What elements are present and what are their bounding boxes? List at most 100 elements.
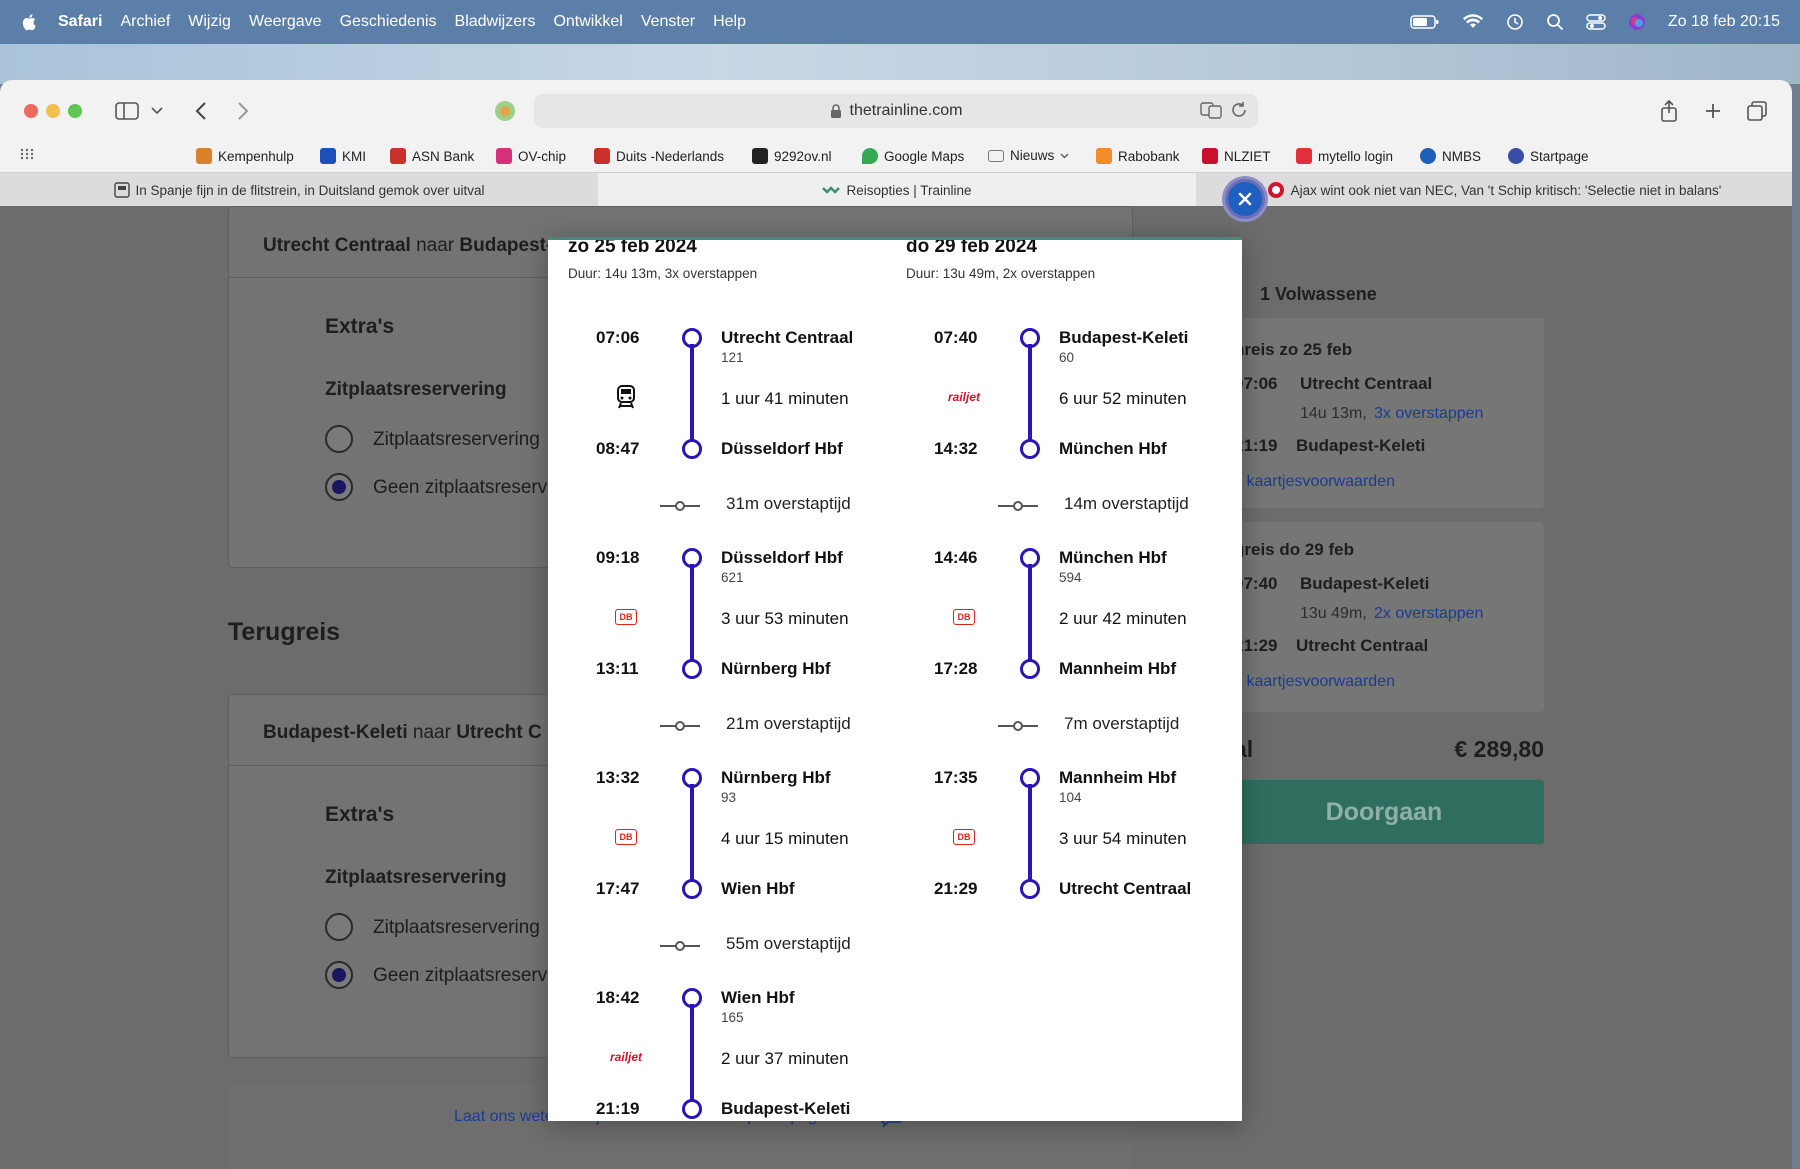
summary-return: greis do 29 feb 07:40 Budapest-Keleti 13… (1224, 522, 1544, 712)
no-seat-reservation-label: Geen zitplaatsreserv (373, 477, 548, 498)
bookmark-nlziet[interactable]: NLZIET (1202, 148, 1271, 164)
seat-reservation-heading: Zitplaatsreservering (325, 867, 507, 888)
segment-duration: 3 uur 54 minuten (1059, 829, 1187, 848)
site-favicon-icon[interactable] (492, 98, 518, 124)
menu-app-name[interactable]: Safari (58, 13, 102, 31)
share-icon[interactable] (1656, 98, 1682, 124)
arrival-station: Mannheim Hbf (1059, 659, 1177, 678)
departure-station: Utrecht Centraal (721, 328, 854, 347)
mytello-favicon-icon (1296, 148, 1312, 164)
train-number: 594 (1059, 570, 1082, 585)
summary-outbound: nreis zo 25 feb 07:06 Utrecht Centraal 1… (1224, 318, 1544, 508)
continue-button[interactable]: Doorgaan (1224, 780, 1544, 844)
bookmark-google-maps[interactable]: Google Maps (862, 148, 964, 164)
forward-icon[interactable] (230, 98, 256, 124)
bookmark-nmbs[interactable]: NMBS (1420, 148, 1481, 164)
transfer-row: 21m overstaptijd (548, 714, 886, 738)
departure-station: Wien Hbf (721, 988, 795, 1007)
menu-wijzig[interactable]: Wijzig (188, 13, 231, 31)
no-seat-reservation-radio[interactable] (325, 961, 353, 989)
close-window-button[interactable] (24, 104, 38, 118)
battery-icon[interactable] (1410, 14, 1440, 30)
control-center-icon[interactable] (1586, 13, 1606, 31)
bookmark-9292ov[interactable]: 9292ov.nl (752, 148, 832, 164)
arrival-time: 14:32 (934, 439, 978, 458)
transfer-row: 55m overstaptijd (548, 934, 886, 958)
zoom-window-button[interactable] (68, 104, 82, 118)
apps-grid-icon[interactable] (20, 148, 34, 160)
bookmark-label: ASN Bank (412, 148, 475, 164)
bookmark-mytello[interactable]: mytello login (1296, 148, 1393, 164)
wifi-icon[interactable] (1462, 14, 1484, 30)
bookmark-rabobank[interactable]: Rabobank (1096, 148, 1180, 164)
bookmark-kempenhulp[interactable]: Kempenhulp (196, 148, 294, 164)
menu-ontwikkel[interactable]: Ontwikkel (553, 13, 622, 31)
menu-weergave[interactable]: Weergave (249, 13, 322, 31)
tab-trainline[interactable]: Reisopties | Trainline (598, 173, 1196, 207)
route-line (1028, 784, 1032, 884)
back-icon[interactable] (188, 98, 214, 124)
departure-time: 18:42 (596, 988, 640, 1007)
no-seat-reservation-label: Geen zitplaatsreserv (373, 965, 548, 986)
tab-overview-icon[interactable] (1744, 98, 1770, 124)
route-line (690, 784, 694, 884)
summary-return-duration: 13u 49m, (1300, 605, 1367, 622)
menu-geschiedenis[interactable]: Geschiedenis (340, 13, 437, 31)
seat-reservation-radio[interactable] (325, 425, 353, 453)
bookmark-folder-nieuws[interactable]: Nieuws (988, 148, 1069, 163)
return-date: do 29 feb 2024 (906, 237, 1037, 257)
menubar-datetime[interactable]: Zo 18 feb 20:15 (1668, 13, 1780, 31)
transfer-time: 31m overstaptijd (726, 494, 851, 513)
transfer-icon (660, 941, 700, 951)
tab-ajax[interactable]: Ajax wint ook niet van NEC, Van 't Schip… (1196, 173, 1792, 207)
menu-venster[interactable]: Venster (641, 13, 695, 31)
menu-bladwijzers[interactable]: Bladwijzers (455, 13, 536, 31)
segment-duration: 3 uur 53 minuten (721, 609, 849, 628)
spotlight-search-icon[interactable] (1546, 13, 1564, 31)
transfer-time: 21m overstaptijd (726, 714, 851, 733)
bookmark-startpage[interactable]: Startpage (1508, 148, 1589, 164)
reload-icon[interactable] (1230, 101, 1248, 119)
journey-segment: 18:42 Wien Hbf 165 railjet 2 uur 37 minu… (548, 988, 886, 1119)
bookmark-ov-chip[interactable]: OV-chip (496, 148, 566, 164)
bookmark-asn-bank[interactable]: ASN Bank (390, 148, 474, 164)
summary-outbound-changes-link[interactable]: 3x overstappen (1374, 405, 1483, 423)
arrival-station: Wien Hbf (721, 879, 795, 898)
nmbs-favicon-icon (1420, 148, 1436, 164)
stop-dot (682, 879, 702, 899)
seat-reservation-radio[interactable] (325, 913, 353, 941)
nlziet-favicon-icon (1202, 148, 1218, 164)
railjet-logo-icon: railjet (947, 390, 980, 404)
bookmark-kmi[interactable]: KMI (320, 148, 366, 164)
new-tab-icon[interactable] (1700, 98, 1726, 124)
close-modal-button[interactable] (1225, 179, 1265, 219)
summary-outbound-conditions-link[interactable]: k kaartjesvoorwaarden (1234, 473, 1395, 491)
chevron-down-icon[interactable] (148, 98, 166, 124)
summary-return-changes-link[interactable]: 2x overstappen (1374, 605, 1483, 623)
address-bar[interactable]: thetrainline.com (534, 94, 1258, 128)
train-number: 121 (721, 350, 744, 365)
train-icon (596, 384, 656, 410)
translate-icon[interactable] (1200, 101, 1222, 119)
summary-return-conditions-link[interactable]: k kaartjesvoorwaarden (1234, 673, 1395, 691)
extras-heading: Extra's (325, 803, 395, 826)
no-seat-reservation-radio[interactable] (325, 473, 353, 501)
db-logo-icon: DB (934, 824, 994, 850)
tab-flitstrein[interactable]: In Spanje fijn in de flitstrein, in Duit… (0, 173, 598, 207)
bookmark-duits-nederlands[interactable]: Duits -Nederlands (594, 148, 724, 164)
departure-station: Mannheim Hbf (1059, 768, 1177, 787)
time-machine-icon[interactable] (1506, 13, 1524, 31)
siri-icon[interactable] (1628, 13, 1646, 31)
menu-help[interactable]: Help (713, 13, 746, 31)
railjet-logo-icon: railjet (609, 1050, 642, 1064)
minimize-window-button[interactable] (46, 104, 60, 118)
bookmark-label: OV-chip (518, 148, 567, 164)
menu-archief[interactable]: Archief (120, 13, 170, 31)
desktop-wallpaper (0, 44, 1800, 84)
journey-segment: 07:40 Budapest-Keleti 60 railjet 6 uur 5… (886, 328, 1224, 459)
sidebar-toggle-icon[interactable] (114, 98, 140, 124)
kmi-favicon-icon (320, 148, 336, 164)
asn-favicon-icon (390, 148, 406, 164)
arrival-time: 21:19 (596, 1099, 640, 1118)
apple-logo-icon[interactable] (20, 12, 40, 32)
